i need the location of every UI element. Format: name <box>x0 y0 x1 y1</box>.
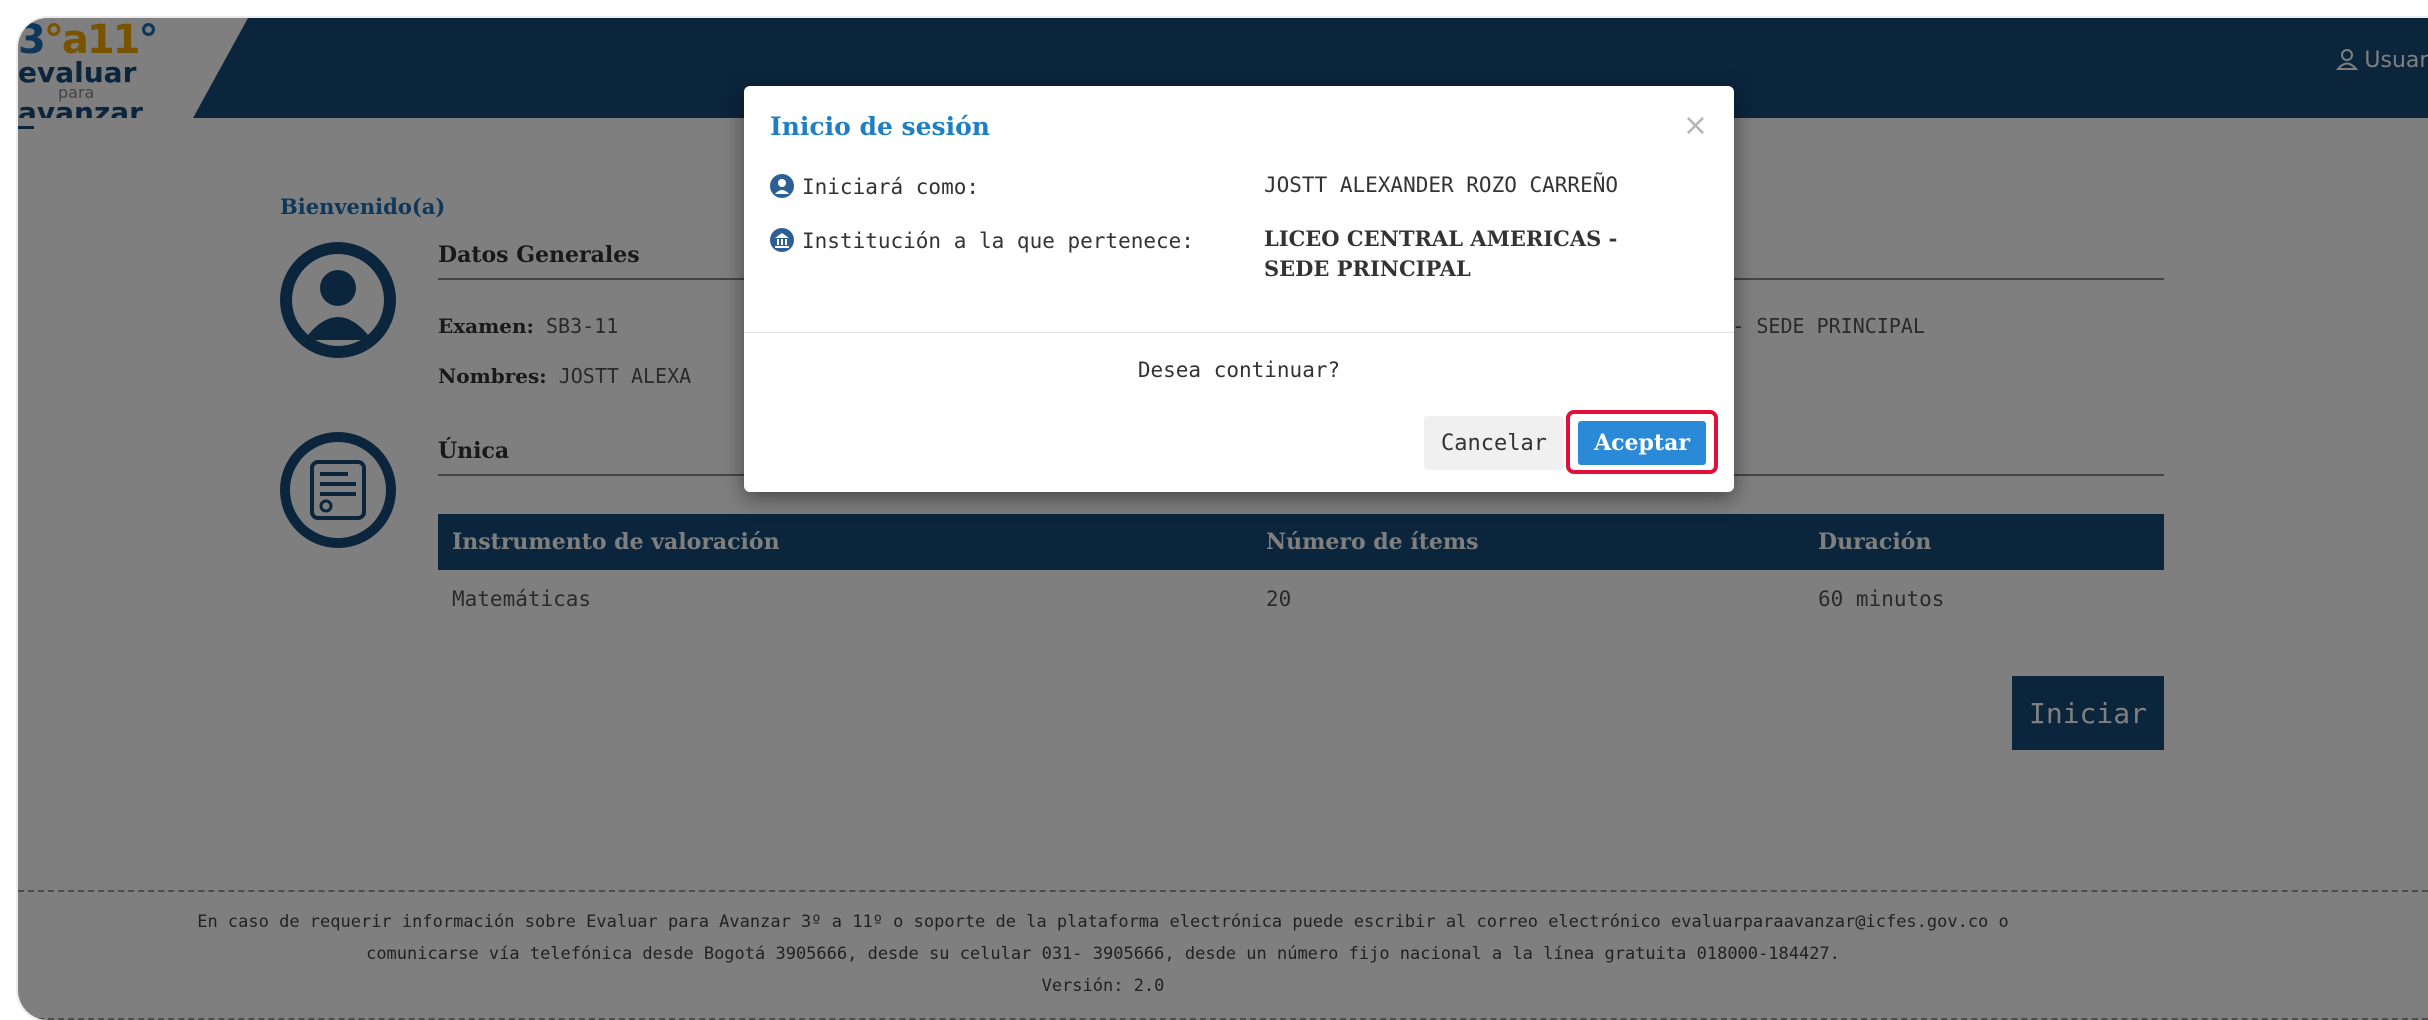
confirm-question: Desea continuar? <box>1137 358 1341 382</box>
user-circle-icon <box>770 174 794 198</box>
dialog-title: Inicio de sesión <box>770 112 990 141</box>
login-as-value: JOSTT ALEXANDER ROZO CARREÑO <box>1264 173 1619 197</box>
login-confirm-dialog: Inicio de sesión × Iniciará como: JOSTT … <box>744 86 1734 492</box>
app-frame: 3°a11° evaluar para avanzar Usuario Bien… <box>18 18 2428 1020</box>
close-icon[interactable]: × <box>1683 108 1708 143</box>
institution-value: LICEO CENTRAL AMERICAS - SEDE PRINCIPAL <box>1264 226 1618 281</box>
cancel-button[interactable]: Cancelar <box>1424 416 1564 470</box>
accept-button-highlight: Aceptar <box>1566 410 1718 474</box>
institution-icon <box>770 228 794 252</box>
institution-label: Institución a la que pertenece: <box>770 228 1194 253</box>
login-as-label: Iniciará como: <box>770 174 979 199</box>
dialog-divider <box>744 332 1734 333</box>
accept-button[interactable]: Aceptar <box>1578 421 1706 465</box>
